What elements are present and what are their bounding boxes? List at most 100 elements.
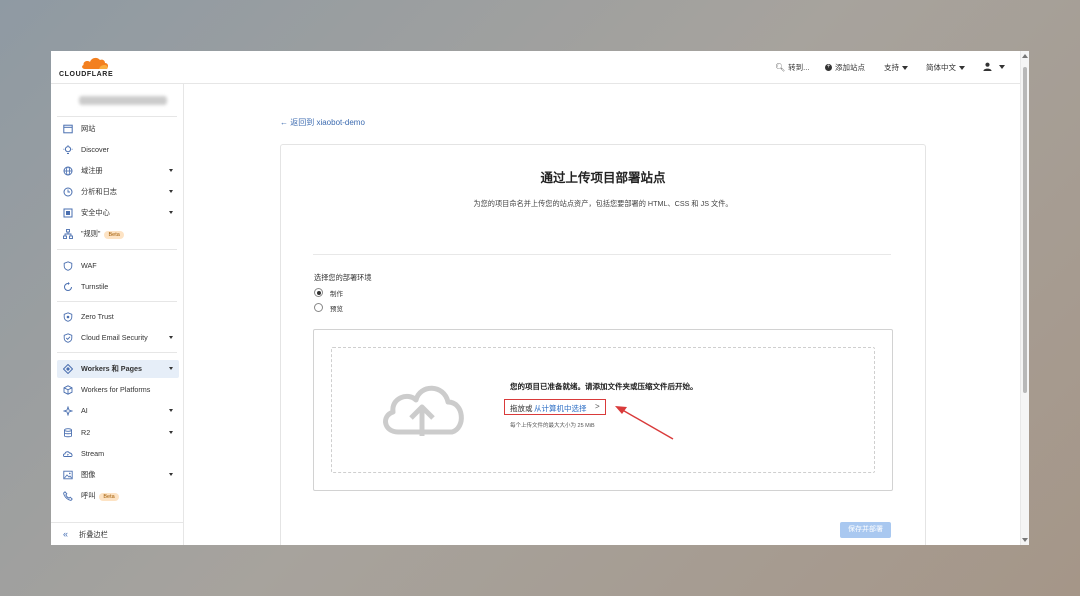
scroll-thumb[interactable] xyxy=(1023,67,1027,393)
sidebar-item-turnstile[interactable]: Turnstile xyxy=(57,278,179,296)
sidebar-item-label: Turnstile xyxy=(81,282,109,291)
sidebar-item-workers-for-platforms[interactable]: Workers for Platforms xyxy=(57,381,179,399)
logo-text: CLOUDFLARE xyxy=(59,71,114,78)
upload-area: 您的项目已准备就绪。请添加文件夹或压缩文件后开始。 拖放或 从计算机中选择 > … xyxy=(313,329,893,491)
collapse-label: 折叠边栏 xyxy=(79,530,108,539)
beta-badge: Beta xyxy=(104,231,124,239)
cloudflare-logo[interactable]: CLOUDFLARE xyxy=(59,56,119,80)
sidebar-item-websites[interactable]: 网站 xyxy=(57,120,179,138)
chevron-down-icon xyxy=(999,64,1005,69)
annotation-arrow-icon xyxy=(615,406,674,440)
chevron-down-icon xyxy=(902,65,908,70)
ready-message: 您的项目已准备就绪。请添加文件夹或压缩文件后开始。 xyxy=(510,382,698,391)
save-and-deploy-button[interactable]: 保存并部署 xyxy=(840,522,891,538)
sidebar-item-workers-pages[interactable]: Workers 和 Pages xyxy=(57,360,179,378)
plus-circle-icon: + xyxy=(825,64,832,71)
upload-card: 通过上传项目部署站点 为您的项目命名并上传您的站点资产，包括您要部署的 HTML… xyxy=(280,144,926,545)
sidebar-item-label: R2 xyxy=(81,428,91,437)
dropzone[interactable]: 您的项目已准备就绪。请添加文件夹或压缩文件后开始。 拖放或 从计算机中选择 > … xyxy=(331,347,875,473)
radio-label: 预览 xyxy=(330,306,343,313)
back-link[interactable]: ← 返回到 xiaobot-demo xyxy=(280,117,365,128)
sidebar-item-label: Cloud Email Security xyxy=(81,333,148,342)
waf-icon xyxy=(63,261,73,271)
user-menu[interactable] xyxy=(983,62,1005,71)
sidebar-item-waf[interactable]: WAF xyxy=(57,257,179,275)
sidebar-item-zero-trust[interactable]: Zero Trust xyxy=(57,308,179,326)
account-name-blurred[interactable] xyxy=(79,96,167,105)
scroll-down-icon[interactable] xyxy=(1022,538,1028,542)
chevron-down-icon xyxy=(959,65,965,70)
choose-link[interactable]: 从计算机中选择 xyxy=(534,403,587,414)
sidebar-item-label: "规则" Beta xyxy=(81,229,124,239)
sidebar-item-cloud-email-security[interactable]: Cloud Email Security xyxy=(57,329,179,347)
turnstile-icon xyxy=(64,282,72,291)
chevron-right-icon: > xyxy=(595,402,600,411)
ai-icon xyxy=(63,406,73,416)
language-label: 简体中文 xyxy=(926,63,956,72)
chevron-down-icon xyxy=(169,473,173,476)
chevron-down-icon xyxy=(169,211,173,214)
cloud-logo-icon xyxy=(82,57,109,69)
drag-text: 拖放或 xyxy=(510,404,533,413)
top-bar: CLOUDFLARE 🔍︎ 转到... + 添加站点 支持 简体中文 xyxy=(51,51,1021,84)
phone-icon xyxy=(63,491,73,501)
sidebar-item-label: 安全中心 xyxy=(81,208,110,217)
search-icon: 🔍︎ xyxy=(775,63,786,72)
platforms-icon xyxy=(63,385,73,395)
user-icon xyxy=(983,62,992,71)
add-site-button[interactable]: + 添加站点 xyxy=(825,62,865,73)
sidebar-item-rules[interactable]: "规则" Beta xyxy=(57,225,179,243)
lightbulb-icon xyxy=(63,145,73,154)
chevron-down-icon xyxy=(169,169,173,172)
chevron-down-icon xyxy=(169,336,173,339)
beta-badge: Beta xyxy=(99,493,119,501)
sidebar-item-label: 域注册 xyxy=(81,166,103,175)
sidebar-item-label: 呼叫 Beta xyxy=(81,491,119,501)
chevron-down-icon xyxy=(169,431,173,434)
sidebar-item-analytics[interactable]: 分析和日志 xyxy=(57,183,179,201)
radio-selected-icon xyxy=(314,288,323,297)
sidebar-item-r2[interactable]: R2 xyxy=(57,424,179,442)
divider xyxy=(57,352,177,353)
database-icon xyxy=(64,428,72,438)
image-icon xyxy=(63,470,73,480)
radio-preview[interactable]: 预览 xyxy=(314,303,444,313)
chevron-down-icon xyxy=(169,409,173,412)
workers-icon xyxy=(63,364,73,374)
calls-label: 呼叫 xyxy=(81,491,96,500)
max-size-note: 每个上传文件的最大大小为 25 MiB xyxy=(510,423,595,429)
page-title: 通过上传项目部署站点 xyxy=(540,171,666,185)
double-chevron-left-icon: « xyxy=(63,529,69,539)
support-menu[interactable]: 支持 xyxy=(884,62,908,73)
stream-icon xyxy=(63,451,73,457)
browser-icon xyxy=(63,124,73,134)
goto-label: 转到... xyxy=(788,63,810,72)
sidebar-item-ai[interactable]: AI xyxy=(57,402,179,420)
env-label: 选择您的部署环境 xyxy=(314,273,372,282)
sidebar-item-label: 网站 xyxy=(81,124,96,133)
scrollbar[interactable] xyxy=(1020,51,1029,545)
sidebar-item-images[interactable]: 图像 xyxy=(57,466,179,484)
collapse-sidebar-button[interactable]: « 折叠边栏 xyxy=(51,522,183,545)
sidebar-item-discover[interactable]: Discover xyxy=(57,141,179,159)
shield-square-icon xyxy=(63,208,73,218)
choose-from-computer[interactable]: 拖放或 从计算机中选择 > xyxy=(504,399,606,415)
sidebar-item-security-center[interactable]: 安全中心 xyxy=(57,204,179,222)
scroll-up-icon[interactable] xyxy=(1022,54,1028,58)
goto-button[interactable]: 🔍︎ 转到... xyxy=(775,62,809,73)
divider xyxy=(57,116,177,117)
clock-icon xyxy=(63,187,73,197)
zero-trust-icon xyxy=(63,312,73,322)
divider xyxy=(57,301,177,302)
sidebar-item-label: 图像 xyxy=(81,470,96,479)
sidebar-item-calls[interactable]: 呼叫 Beta xyxy=(57,487,179,505)
sidebar-item-stream[interactable]: Stream xyxy=(57,445,179,463)
sidebar-item-label: Discover xyxy=(81,145,109,154)
sidebar-item-label: Zero Trust xyxy=(81,312,114,321)
language-menu[interactable]: 简体中文 xyxy=(926,62,965,73)
sidebar-item-domain-registration[interactable]: 域注册 xyxy=(57,162,179,180)
chevron-down-icon xyxy=(169,367,173,370)
sidebar: 网站 Discover 域注册 分析和日志 安全中心 "规则" Beta WAF… xyxy=(51,84,184,545)
add-site-label: 添加站点 xyxy=(835,63,865,72)
radio-production[interactable]: 制作 xyxy=(314,288,444,298)
